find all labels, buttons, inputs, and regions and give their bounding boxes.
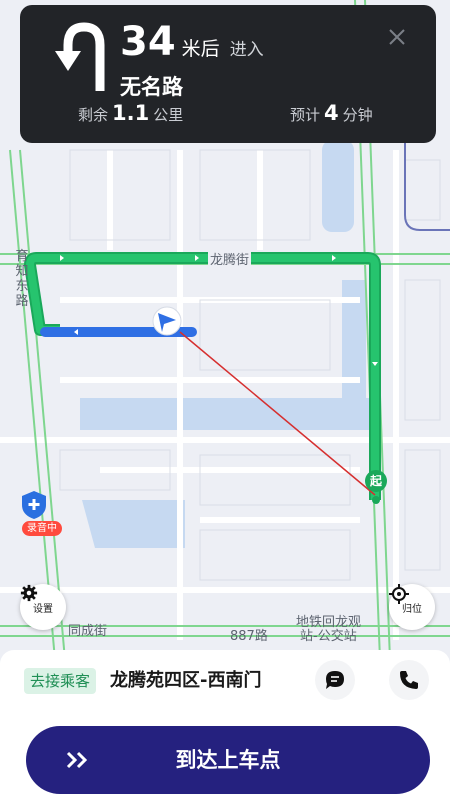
remaining-distance: 剩余 1.1 公里	[78, 101, 184, 125]
trip-panel: 去接乘客 龙腾苑四区-西南门 到达上车点	[0, 650, 450, 800]
distance-unit: 米后	[181, 38, 220, 60]
settings-button[interactable]: 设置	[20, 584, 66, 630]
turn-action: 进入	[229, 40, 264, 60]
chat-icon	[326, 671, 344, 689]
road-label-yuzhi: 育 知 东 路	[15, 249, 29, 309]
distance-value: 34	[120, 19, 176, 65]
message-button[interactable]	[315, 660, 355, 700]
settings-label: 设置	[33, 604, 53, 615]
arrive-pickup-button[interactable]: 到达上车点	[26, 726, 430, 794]
distance-row: 34 米后 进入	[120, 21, 264, 63]
recording-badge[interactable]: 录音中	[20, 490, 64, 538]
recenter-button[interactable]: 归位	[389, 584, 435, 630]
road-label-tongcheng: 同成街	[68, 624, 108, 639]
pickup-location: 龙腾苑四区-西南门	[110, 670, 262, 691]
recording-label: 录音中	[22, 521, 62, 536]
poi-bus-label: 站-公交站	[300, 629, 357, 644]
phone-icon	[400, 671, 418, 689]
crosshair-icon	[389, 584, 409, 604]
next-road-name: 无名路	[120, 75, 183, 99]
u-turn-icon	[55, 22, 105, 91]
road-label-longteng: 龙腾街	[208, 249, 252, 268]
navigation-card: 34 米后 进入 无名路 剩余 1.1 公里 预计 4 分钟	[20, 5, 436, 143]
start-marker: 起	[365, 470, 387, 492]
eta-time: 预计 4 分钟	[290, 101, 373, 125]
road-label-887: 887路	[230, 629, 268, 644]
arrive-button-label: 到达上车点	[175, 748, 281, 772]
close-icon[interactable]	[387, 27, 407, 47]
call-button[interactable]	[389, 660, 429, 700]
water-area	[80, 398, 380, 430]
gear-icon	[20, 584, 38, 602]
shield-icon	[22, 491, 46, 519]
status-badge: 去接乘客	[24, 668, 97, 694]
